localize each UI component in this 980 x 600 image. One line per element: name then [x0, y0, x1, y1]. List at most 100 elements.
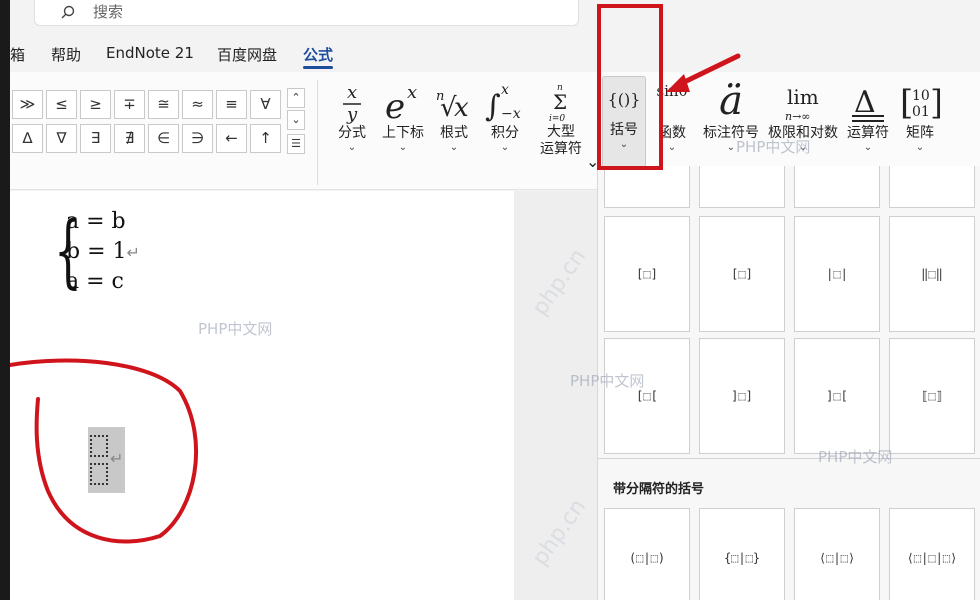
fraction-icon: xy — [328, 72, 376, 124]
equation-line: b = 1↵ — [66, 239, 140, 264]
symbol-button[interactable]: ≫ — [12, 90, 43, 119]
symbol-button[interactable]: ∀ — [250, 90, 281, 119]
radical-button[interactable]: n √ x 根式 ⌄ — [432, 72, 476, 172]
watermark: PHP中文网 — [570, 372, 645, 390]
svg-text:]: ] — [930, 83, 940, 123]
gallery-item[interactable]: (⬚|⬚) — [604, 508, 690, 600]
tab-baidu-netdisk[interactable]: 百度网盘 — [217, 44, 277, 65]
radical-label: 根式 — [440, 125, 468, 141]
svg-text:i=0: i=0 — [549, 114, 565, 124]
search-placeholder: 搜索 — [93, 3, 124, 21]
svg-text:lim: lim — [787, 85, 819, 109]
fraction-button[interactable]: xy 分式 ⌄ — [328, 72, 376, 172]
section-title: 带分隔符的括号 — [613, 482, 705, 497]
symbol-button[interactable]: ≤ — [46, 90, 77, 119]
gallery-item[interactable]: [⬚[ — [604, 338, 690, 454]
section-divider — [598, 458, 980, 459]
svg-text:x: x — [407, 82, 417, 103]
scroll-down-button[interactable]: ⌄ — [287, 110, 305, 130]
matrix-button[interactable]: []1001 矩阵 ⌄ — [898, 72, 942, 172]
bracket-gallery[interactable]: [⬚] [⬚] |⬚| ‖⬚‖ [⬚[ ]⬚] ]⬚[ ⟦⬚⟧ 带分隔符的括号 … — [597, 166, 980, 600]
symbol-button[interactable]: ∇ — [46, 124, 77, 153]
gallery-item[interactable]: [⬚] — [699, 216, 785, 332]
gallery-item[interactable] — [889, 166, 975, 208]
matrix-icon: []1001 — [898, 72, 942, 124]
symbol-button[interactable]: ≥ — [80, 90, 111, 119]
symbol-button[interactable]: ↑ — [250, 124, 281, 153]
tab-endnote[interactable]: EndNote 21 — [106, 44, 194, 62]
gallery-item[interactable]: ⟦⬚⟧ — [889, 338, 975, 454]
sum-icon: n Σi=0 — [531, 72, 591, 124]
svg-text:Σ: Σ — [553, 90, 567, 114]
large-operator-button[interactable]: n Σi=0 大型 运算符 — [531, 72, 591, 172]
annotation-circle — [10, 358, 199, 544]
matrix-label: 矩阵 — [906, 125, 934, 141]
gallery-item[interactable]: |⬚| — [794, 216, 880, 332]
operator-icon: Δ — [843, 72, 893, 124]
gallery-item[interactable]: ]⬚] — [699, 338, 785, 454]
script-icon: ex — [378, 72, 428, 124]
gallery-expand-button[interactable]: ☰ — [287, 134, 305, 154]
chevron-down-icon: ⌄ — [863, 142, 873, 153]
operator-button[interactable]: Δ 运算符 ⌄ — [843, 72, 893, 172]
watermark: PHP中文网 — [736, 138, 811, 156]
gallery-item[interactable]: ‖⬚‖ — [889, 216, 975, 332]
gallery-item[interactable]: [⬚] — [604, 216, 690, 332]
tab-toolbox[interactable]: 箱 — [10, 44, 25, 65]
svg-text:∫: ∫ — [485, 89, 501, 124]
tab-equation[interactable]: 公式 — [303, 44, 334, 69]
svg-text:01: 01 — [912, 104, 930, 120]
symbol-button[interactable]: ∃ — [80, 124, 111, 153]
radical-icon: n √ x — [432, 72, 476, 124]
annotation-arrow — [666, 53, 741, 92]
chevron-down-icon: ⌄ — [915, 142, 925, 153]
svg-text:−x: −x — [501, 106, 521, 122]
svg-text:Δ: Δ — [854, 85, 876, 120]
svg-text:x: x — [347, 82, 357, 103]
symbol-button[interactable]: ∋ — [182, 124, 213, 153]
fraction-label: 分式 — [338, 125, 366, 141]
search-icon — [61, 5, 75, 19]
symbol-button[interactable]: ← — [216, 124, 247, 153]
watermark: PHP中文网 — [198, 320, 273, 338]
script-button[interactable]: ex 上下标 ⌄ — [378, 72, 428, 172]
chevron-down-icon: ⌄ — [449, 142, 459, 153]
chevron-down-icon: ⌄ — [347, 142, 357, 153]
symbol-button[interactable]: ∆ — [12, 124, 43, 153]
svg-text:10: 10 — [912, 88, 930, 104]
scroll-up-button[interactable]: ⌃ — [287, 88, 305, 108]
search-box[interactable]: 搜索 — [34, 0, 579, 26]
symbol-button[interactable]: ≡ — [216, 90, 247, 119]
ribbon-divider — [317, 80, 318, 185]
limit-log-button[interactable]: lim n→∞ 极限和对数 ⌄ — [766, 72, 840, 172]
window-left-edge — [0, 0, 10, 600]
equation-line: a = b — [66, 209, 126, 234]
gallery-item[interactable]: ]⬚[ — [794, 338, 880, 454]
document-page[interactable]: { a = b b = 1↵ a = c ↵ — [10, 191, 514, 600]
svg-text:x: x — [454, 93, 469, 123]
gallery-item[interactable]: ⟨⬚|⬚⟩ — [794, 508, 880, 600]
symbol-button[interactable]: ≈ — [182, 90, 213, 119]
operator-label: 运算符 — [847, 125, 889, 141]
annotation-highlight-box — [597, 4, 663, 170]
integral-icon: x ∫ −x — [482, 72, 528, 124]
symbol-button[interactable]: ∓ — [114, 90, 145, 119]
gallery-item[interactable]: {⬚|⬚} — [699, 508, 785, 600]
integral-label: 积分 — [491, 125, 519, 141]
svg-text:x: x — [501, 82, 509, 98]
gallery-item[interactable] — [604, 166, 690, 208]
gallery-item[interactable]: ⟨⬚|⬚|⬚⟩ — [889, 508, 975, 600]
paragraph-mark-icon: ↵ — [126, 243, 140, 262]
watermark: PHP中文网 — [818, 448, 893, 466]
svg-text:n→∞: n→∞ — [785, 110, 810, 123]
script-label: 上下标 — [382, 125, 424, 141]
symbol-button[interactable]: ∄ — [114, 124, 145, 153]
symbol-button[interactable]: ∈ — [148, 124, 179, 153]
integral-button[interactable]: x ∫ −x 积分 ⌄ — [482, 72, 528, 172]
gallery-item[interactable] — [699, 166, 785, 208]
equation-line: a = c — [66, 269, 124, 294]
large-operator-label: 大型 运算符 — [540, 124, 582, 157]
symbol-button[interactable]: ≅ — [148, 90, 179, 119]
gallery-item[interactable] — [794, 166, 880, 208]
tab-help[interactable]: 帮助 — [51, 44, 81, 65]
